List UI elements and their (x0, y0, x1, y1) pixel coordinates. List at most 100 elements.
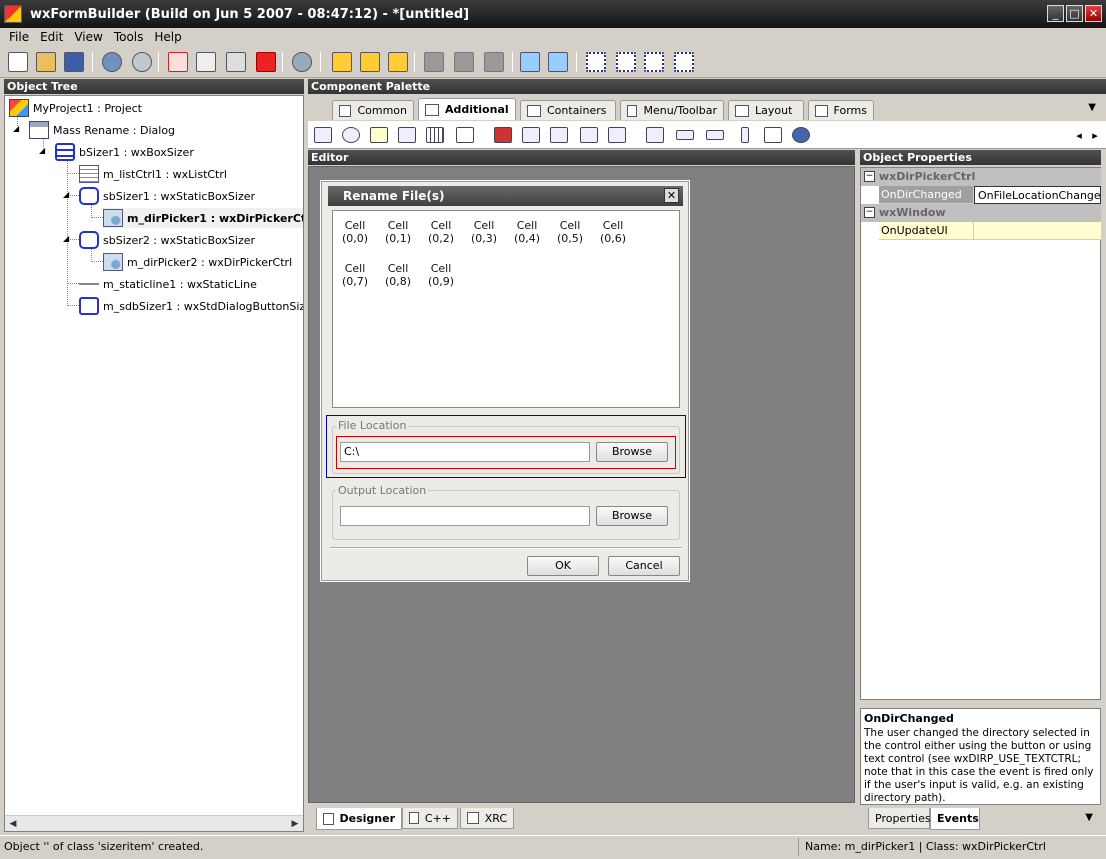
undo-icon[interactable] (100, 50, 124, 74)
align-top-icon[interactable] (422, 50, 446, 74)
dir-picker-icon[interactable] (578, 125, 600, 145)
help-title: OnDirChanged (864, 712, 954, 725)
tab-properties[interactable]: Properties (868, 808, 931, 829)
tab-common[interactable]: Common (332, 100, 414, 120)
border-left-icon[interactable] (584, 50, 608, 74)
close-button[interactable]: ✕ (1085, 5, 1102, 22)
expand-icon[interactable] (518, 50, 542, 74)
tab-dropdown-chevron-down-icon[interactable]: ▼ (1088, 102, 1096, 113)
tab-cpp[interactable]: C++ (402, 808, 458, 829)
tab-forms[interactable]: Forms (808, 100, 874, 120)
tab-layout[interactable]: Layout (728, 100, 804, 120)
menu-view[interactable]: View (74, 30, 102, 44)
font-picker-icon[interactable] (520, 125, 542, 145)
event-handler-input[interactable]: OnFileLocationChange (974, 186, 1101, 204)
html-window-icon[interactable] (340, 125, 362, 145)
tab-additional[interactable]: Additional (418, 98, 516, 120)
border-top-icon[interactable] (642, 50, 666, 74)
tab-events[interactable]: Events (930, 808, 980, 830)
tab-menu-toolbar[interactable]: Menu/Toolbar (620, 100, 724, 120)
event-handler-input[interactable] (974, 222, 1101, 240)
save-icon[interactable] (62, 50, 86, 74)
property-category-wxwindow[interactable]: − wxWindow (861, 204, 1101, 222)
menu-help[interactable]: Help (154, 30, 181, 44)
tree-item-staticline1[interactable]: m_staticline1 : wxStaticLine (79, 274, 257, 294)
color-picker-icon[interactable] (492, 125, 514, 145)
dialog-title-bar: Rename File(s) ✕ (328, 186, 683, 206)
stretch-icon[interactable] (546, 50, 570, 74)
property-row-ondirchanged[interactable]: OnDirChanged OnFileLocationChange (861, 186, 1101, 204)
minimize-button[interactable]: _ (1047, 5, 1064, 22)
tab-containers[interactable]: Containers (520, 100, 616, 120)
tree-item-sbsizer1[interactable]: sbSizer1 : wxStaticBoxSizer (79, 186, 255, 206)
border-right-icon[interactable] (614, 50, 638, 74)
open-folder-icon[interactable] (34, 50, 58, 74)
scrollbar-icon[interactable] (734, 125, 756, 145)
collapse-icon[interactable]: − (864, 171, 875, 182)
tree-item-dialog[interactable]: Mass Rename : Dialog (29, 120, 175, 140)
cut-icon[interactable] (166, 50, 190, 74)
xrc-icon (467, 812, 479, 824)
browse-output-location-button[interactable]: Browse (596, 506, 668, 526)
tree-horizontal-scrollbar[interactable]: ◀ ▶ (5, 815, 303, 831)
property-category-wxdirpickerctrl[interactable]: − wxDirPickerCtrl (861, 168, 1101, 186)
date-picker-icon[interactable] (606, 125, 628, 145)
rename-dialog-preview[interactable]: Rename File(s) ✕ Cell (0,0) Cell (0,1) C… (321, 181, 689, 581)
browse-file-location-button[interactable]: Browse (596, 442, 668, 462)
tabs-dropdown-chevron-down-icon[interactable]: ▼ (1085, 812, 1093, 823)
tree-item-listctrl1[interactable]: m_listCtrl1 : wxListCtrl (79, 164, 227, 184)
tree-item-sdbsizer1[interactable]: m_sdbSizer1 : wxStdDialogButtonSizer (79, 296, 304, 316)
scroll-window-icon[interactable] (644, 125, 666, 145)
property-row-onupdateui[interactable]: OnUpdateUI (861, 222, 1101, 240)
tree-item-sbsizer2[interactable]: sbSizer2 : wxStaticBoxSizer (79, 230, 255, 250)
dialog-close-icon[interactable]: ✕ (664, 188, 679, 203)
menu-file[interactable]: File (9, 30, 29, 44)
static-line (330, 547, 682, 549)
output-location-input[interactable] (340, 506, 590, 526)
tree-item-label: m_sdbSizer1 : wxStdDialogButtonSizer (103, 299, 304, 313)
help-icon[interactable] (790, 125, 812, 145)
cpp-icon (409, 812, 419, 824)
collapse-icon[interactable]: − (864, 207, 875, 218)
rich-text-icon[interactable] (368, 125, 390, 145)
tree-item-bsizer1[interactable]: bSizer1 : wxBoxSizer (55, 142, 194, 162)
scroll-left-icon[interactable]: ◀ (5, 816, 21, 831)
palette-scroll-right-icon[interactable]: ▸ (1088, 125, 1102, 145)
layout-icon (735, 104, 749, 117)
file-picker-icon[interactable] (548, 125, 570, 145)
spin-ctrl-icon[interactable] (674, 125, 696, 145)
delete-icon[interactable] (254, 50, 278, 74)
calendar-ctrl-icon[interactable] (312, 125, 334, 145)
align-right-icon[interactable] (386, 50, 410, 74)
align-bottom-icon[interactable] (482, 50, 506, 74)
paste-icon[interactable] (224, 50, 248, 74)
ok-button[interactable]: OK (527, 556, 599, 576)
align-center-icon[interactable] (358, 50, 382, 74)
menu-tools[interactable]: Tools (114, 30, 144, 44)
redo-icon[interactable] (130, 50, 154, 74)
toggle-button-icon[interactable] (454, 125, 476, 145)
border-bottom-icon[interactable] (672, 50, 696, 74)
maximize-button[interactable]: □ (1066, 5, 1083, 22)
tab-xrc[interactable]: XRC (460, 808, 514, 829)
file-location-input[interactable]: C:\ (340, 442, 590, 462)
tree-item-project[interactable]: MyProject1 : Project (9, 98, 142, 118)
spell-check-icon[interactable] (762, 125, 784, 145)
list-control[interactable]: Cell (0,0) Cell (0,1) Cell (0,2) Cell (0… (332, 210, 680, 408)
generate-code-gear-icon[interactable] (290, 50, 314, 74)
cancel-button[interactable]: Cancel (608, 556, 680, 576)
tree-item-dirpicker2[interactable]: m_dirPicker2 : wxDirPickerCtrl (103, 252, 292, 272)
new-project-icon[interactable] (6, 50, 30, 74)
align-middle-icon[interactable] (452, 50, 476, 74)
spin-number-icon[interactable] (704, 125, 726, 145)
tab-designer[interactable]: Designer (316, 808, 402, 830)
copy-icon[interactable] (194, 50, 218, 74)
checklist-icon[interactable] (396, 125, 418, 145)
scroll-right-icon[interactable]: ▶ (287, 816, 303, 831)
menu-edit[interactable]: Edit (40, 30, 63, 44)
palette-scroll-left-icon[interactable]: ◂ (1072, 125, 1086, 145)
align-left-icon[interactable] (330, 50, 354, 74)
tree-item-dirpicker1[interactable]: m_dirPicker1 : wxDirPickerCtrl (103, 208, 303, 228)
grid-icon[interactable] (424, 125, 446, 145)
editor-canvas[interactable]: Rename File(s) ✕ Cell (0,0) Cell (0,1) C… (308, 166, 855, 803)
